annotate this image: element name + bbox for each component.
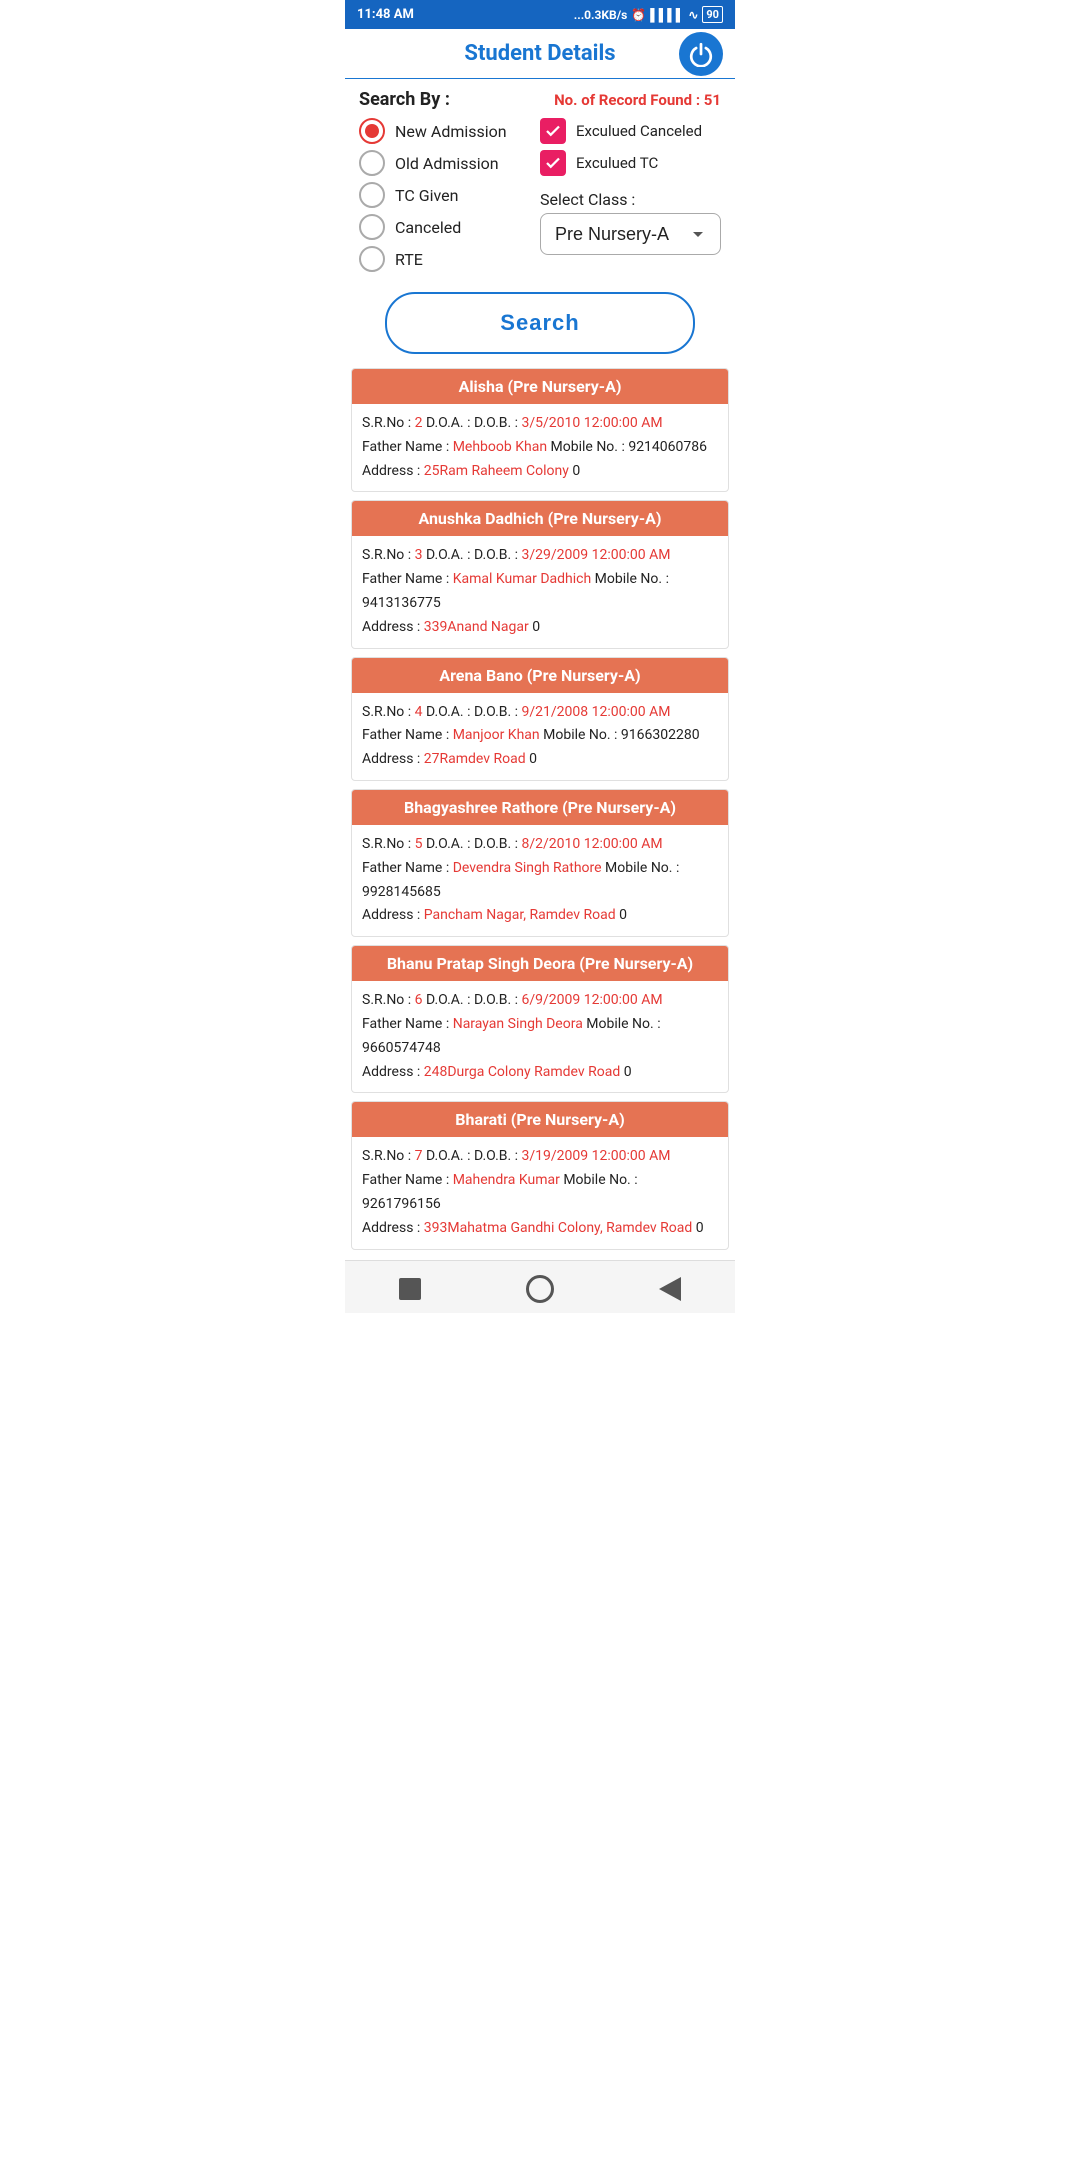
radio-old-admission[interactable]: Old Admission xyxy=(359,150,540,176)
sr-no: 7 xyxy=(415,1148,423,1164)
search-button[interactable]: Search xyxy=(385,292,695,354)
radio-tc-given[interactable]: TC Given xyxy=(359,182,540,208)
battery-indicator: 90 xyxy=(702,6,723,23)
student-body: S.R.No : 6 D.O.A. : D.O.B. : 6/9/2009 12… xyxy=(352,981,728,1092)
radio-canceled[interactable]: Canceled xyxy=(359,214,540,240)
search-by-row: Search By : No. of Record Found : 51 xyxy=(359,89,721,110)
sr-no: 3 xyxy=(415,547,423,563)
father-name: Narayan Singh Deora xyxy=(453,1016,583,1032)
checkbox-label-excluded-canceled: Exculued Canceled xyxy=(576,122,702,140)
student-card[interactable]: Bhagyashree Rathore (Pre Nursery-A)S.R.N… xyxy=(351,789,729,937)
back-button[interactable] xyxy=(656,1275,684,1303)
radio-label-new-admission: New Admission xyxy=(395,122,507,141)
alarm-icon: ⏰ xyxy=(631,8,646,22)
student-body: S.R.No : 4 D.O.A. : D.O.B. : 9/21/2008 1… xyxy=(352,693,728,780)
student-body: S.R.No : 3 D.O.A. : D.O.B. : 3/29/2009 1… xyxy=(352,536,728,647)
sr-no: 6 xyxy=(415,992,423,1008)
student-list: Alisha (Pre Nursery-A)S.R.No : 2 D.O.A. … xyxy=(345,368,735,1250)
student-card[interactable]: Bhanu Pratap Singh Deora (Pre Nursery-A)… xyxy=(351,945,729,1093)
student-name-header: Bhanu Pratap Singh Deora (Pre Nursery-A) xyxy=(352,946,728,981)
search-btn-wrapper: Search xyxy=(345,278,735,368)
checkbox-label-excluded-tc: Exculued TC xyxy=(576,154,658,172)
select-class-label: Select Class : xyxy=(540,190,721,209)
search-section: Search By : No. of Record Found : 51 New… xyxy=(345,79,735,278)
radio-label-tc-given: TC Given xyxy=(395,186,458,205)
student-name-header: Bharati (Pre Nursery-A) xyxy=(352,1102,728,1137)
dob: 3/29/2009 12:00:00 AM xyxy=(522,547,671,563)
radio-group: New Admission Old Admission TC Given Can… xyxy=(359,118,540,272)
checkbox-excluded-tc[interactable]: Exculued TC xyxy=(540,150,721,176)
address: 248Durga Colony Ramdev Road xyxy=(424,1064,621,1080)
student-name-header: Alisha (Pre Nursery-A) xyxy=(352,369,728,404)
checkbox-box-excluded-canceled xyxy=(540,118,566,144)
student-card[interactable]: Alisha (Pre Nursery-A)S.R.No : 2 D.O.A. … xyxy=(351,368,729,492)
radio-label-old-admission: Old Admission xyxy=(395,154,499,173)
status-right: ...0.3KB/s ⏰ ▌▌▌▌ ∿ 90 xyxy=(574,6,723,23)
checkbox-group: Exculued Canceled Exculued TC Select Cla… xyxy=(540,118,721,272)
power-icon xyxy=(688,41,714,67)
class-select[interactable]: Pre Nursery-A Pre Nursery-B Nursery-A Nu… xyxy=(540,213,721,255)
options-grid: New Admission Old Admission TC Given Can… xyxy=(359,118,721,272)
status-bar: 11:48 AM ...0.3KB/s ⏰ ▌▌▌▌ ∿ 90 xyxy=(345,0,735,29)
student-body: S.R.No : 5 D.O.A. : D.O.B. : 8/2/2010 12… xyxy=(352,825,728,936)
network-speed: ...0.3KB/s xyxy=(574,8,628,22)
wifi-icon: ∿ xyxy=(688,8,698,22)
student-card[interactable]: Anushka Dadhich (Pre Nursery-A)S.R.No : … xyxy=(351,500,729,648)
select-class-section: Select Class : Pre Nursery-A Pre Nursery… xyxy=(540,190,721,255)
page-title: Student Details xyxy=(464,41,615,66)
dob: 9/21/2008 12:00:00 AM xyxy=(522,704,671,720)
address: 27Ramdev Road xyxy=(424,751,526,767)
power-button[interactable] xyxy=(679,32,723,76)
checkmark-icon xyxy=(544,122,562,140)
nav-bar xyxy=(345,1260,735,1313)
student-card[interactable]: Bharati (Pre Nursery-A)S.R.No : 7 D.O.A.… xyxy=(351,1101,729,1249)
student-name-header: Bhagyashree Rathore (Pre Nursery-A) xyxy=(352,790,728,825)
student-name-header: Anushka Dadhich (Pre Nursery-A) xyxy=(352,501,728,536)
checkbox-box-excluded-tc xyxy=(540,150,566,176)
radio-circle-tc-given xyxy=(359,182,385,208)
student-body: S.R.No : 7 D.O.A. : D.O.B. : 3/19/2009 1… xyxy=(352,1137,728,1248)
father-name: Mahendra Kumar xyxy=(453,1172,560,1188)
signal-icon: ▌▌▌▌ xyxy=(650,8,684,22)
radio-circle-new-admission xyxy=(359,118,385,144)
circle-icon xyxy=(526,1275,554,1303)
father-name: Manjoor Khan xyxy=(453,727,540,743)
student-body: S.R.No : 2 D.O.A. : D.O.B. : 3/5/2010 12… xyxy=(352,404,728,491)
father-name: Devendra Singh Rathore xyxy=(453,860,602,876)
search-by-label: Search By : xyxy=(359,89,450,110)
father-name: Mehboob Khan xyxy=(453,439,547,455)
radio-inner-new-admission xyxy=(365,124,379,138)
sr-no: 2 xyxy=(415,415,423,431)
radio-label-rte: RTE xyxy=(395,250,423,269)
student-name-header: Arena Bano (Pre Nursery-A) xyxy=(352,658,728,693)
time: 11:48 AM xyxy=(357,7,414,22)
radio-rte[interactable]: RTE xyxy=(359,246,540,272)
dob: 3/19/2009 12:00:00 AM xyxy=(522,1148,671,1164)
address: 393Mahatma Gandhi Colony, Ramdev Road xyxy=(424,1220,693,1236)
record-count: No. of Record Found : 51 xyxy=(554,91,721,109)
father-name: Kamal Kumar Dadhich xyxy=(453,571,591,587)
radio-circle-canceled xyxy=(359,214,385,240)
sr-no: 4 xyxy=(415,704,423,720)
radio-new-admission[interactable]: New Admission xyxy=(359,118,540,144)
address: 339Anand Nagar xyxy=(424,619,529,635)
dob: 3/5/2010 12:00:00 AM xyxy=(522,415,663,431)
student-card[interactable]: Arena Bano (Pre Nursery-A)S.R.No : 4 D.O… xyxy=(351,657,729,781)
header: Student Details xyxy=(345,29,735,79)
address: Pancham Nagar, Ramdev Road xyxy=(424,907,616,923)
radio-circle-rte xyxy=(359,246,385,272)
recent-apps-button[interactable] xyxy=(526,1275,554,1303)
dob: 8/2/2010 12:00:00 AM xyxy=(522,836,663,852)
checkbox-excluded-canceled[interactable]: Exculued Canceled xyxy=(540,118,721,144)
address: 25Ram Raheem Colony xyxy=(424,463,569,479)
triangle-icon xyxy=(659,1277,681,1301)
home-button[interactable] xyxy=(396,1275,424,1303)
radio-label-canceled: Canceled xyxy=(395,218,461,237)
dob: 6/9/2009 12:00:00 AM xyxy=(522,992,663,1008)
sr-no: 5 xyxy=(415,836,423,852)
radio-circle-old-admission xyxy=(359,150,385,176)
square-icon xyxy=(399,1278,421,1300)
checkmark-tc-icon xyxy=(544,154,562,172)
